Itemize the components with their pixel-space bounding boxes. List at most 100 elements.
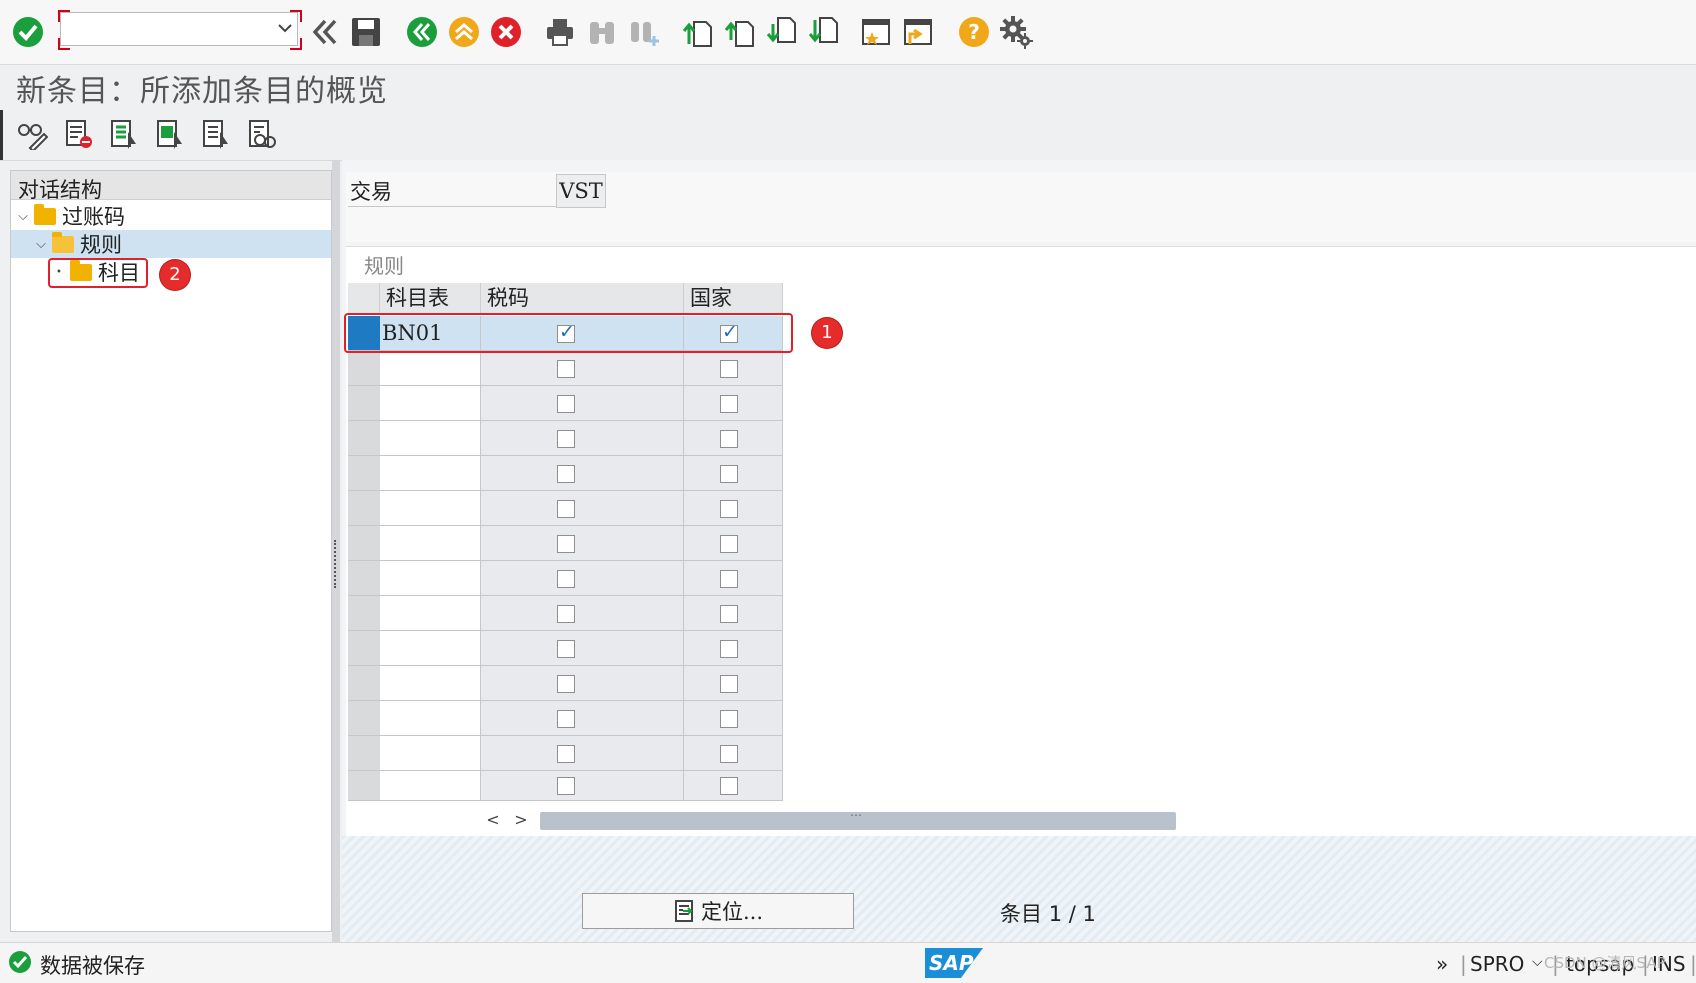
save-icon[interactable] (348, 14, 384, 50)
chart-of-accounts-cell[interactable] (380, 386, 481, 421)
scroll-left-icon[interactable]: < (482, 808, 504, 832)
bc-set-icon[interactable] (244, 116, 280, 152)
create-session-icon[interactable] (858, 14, 894, 50)
tax-code-checkbox[interactable] (557, 674, 575, 693)
row-selector[interactable] (348, 631, 380, 666)
chart-of-accounts-cell[interactable] (380, 421, 481, 456)
chart-of-accounts-cell[interactable] (380, 596, 481, 631)
tax-code-checkbox[interactable] (557, 394, 575, 413)
row-selector[interactable] (348, 666, 380, 701)
locate-button[interactable]: 定位... (582, 893, 854, 929)
tax-code-checkbox[interactable] (557, 499, 575, 518)
enter-icon[interactable] (10, 14, 46, 50)
command-field[interactable] (60, 12, 298, 46)
chart-of-accounts-cell[interactable] (380, 351, 481, 386)
cancel-icon[interactable] (488, 14, 524, 50)
deselect-all-icon[interactable] (198, 116, 234, 152)
locate-icon (674, 900, 693, 922)
print-icon[interactable] (542, 14, 578, 50)
chart-of-accounts-cell[interactable] (380, 736, 481, 771)
next-page-icon[interactable] (764, 14, 800, 50)
country-cell (684, 666, 783, 701)
last-page-icon[interactable] (806, 14, 842, 50)
row-selector[interactable] (348, 561, 380, 596)
exit-icon[interactable] (446, 14, 482, 50)
country-checkbox[interactable] (720, 499, 738, 518)
tax-code-checkbox[interactable] (557, 569, 575, 588)
chart-of-accounts-cell[interactable] (380, 771, 481, 801)
tax-code-checkbox[interactable] (557, 777, 575, 795)
select-block-icon[interactable] (152, 116, 188, 152)
chart-of-accounts-cell[interactable] (380, 631, 481, 666)
country-checkbox[interactable] (720, 464, 738, 483)
row-selector[interactable] (348, 701, 380, 736)
chart-of-accounts-cell[interactable] (380, 701, 481, 736)
tax-code-checkbox[interactable] (557, 639, 575, 658)
country-checkbox[interactable] (720, 569, 738, 588)
tax-code-checkbox[interactable] (557, 429, 575, 448)
chart-of-accounts-cell[interactable] (380, 491, 481, 526)
tax-code-checkbox[interactable] (557, 744, 575, 763)
tree-item-posting-key[interactable]: ⌵ 过账码 (16, 202, 125, 230)
success-icon (8, 950, 32, 978)
scroll-right-icon[interactable]: > (510, 808, 532, 832)
country-checkbox[interactable] (720, 744, 738, 763)
chevron-down-icon[interactable]: ⌵ (34, 237, 48, 252)
tree-item-rules[interactable]: ⌵ 规则 (34, 230, 122, 258)
chart-of-accounts-cell[interactable] (380, 526, 481, 561)
row-selector[interactable] (348, 771, 380, 801)
back-icon[interactable] (404, 14, 440, 50)
country-checkbox[interactable] (720, 429, 738, 448)
country-checkbox[interactable] (720, 639, 738, 658)
chevron-down-icon[interactable]: ⌵ (1532, 954, 1543, 970)
tax-code-checkbox[interactable] (557, 359, 575, 378)
shortcut-icon[interactable] (900, 14, 936, 50)
country-checkbox[interactable] (720, 777, 738, 795)
collapse-icon[interactable] (306, 14, 342, 50)
settings-icon[interactable] (998, 14, 1034, 50)
chart-of-accounts-cell[interactable] (380, 561, 481, 596)
country-checkbox[interactable] (720, 604, 738, 623)
help-icon[interactable]: ? (956, 14, 992, 50)
chevron-down-icon[interactable]: ⌵ (16, 209, 30, 224)
row-selector[interactable] (348, 526, 380, 561)
status-message[interactable]: 数据被保存 (40, 950, 145, 980)
country-checkbox[interactable] (720, 394, 738, 413)
scrollbar-thumb[interactable]: ⋯ (540, 808, 1176, 830)
find-icon (584, 14, 620, 50)
row-selector[interactable] (348, 351, 380, 386)
select-all-icon[interactable] (106, 116, 142, 152)
splitter-grip-icon[interactable] (334, 540, 340, 588)
column-header-country[interactable]: 国家 (684, 283, 783, 313)
country-checkbox[interactable] (720, 359, 738, 378)
tax-code-cell (481, 421, 684, 456)
first-page-icon[interactable] (680, 14, 716, 50)
country-checkbox[interactable] (720, 709, 738, 728)
country-checkbox[interactable] (720, 534, 738, 553)
column-header-chart-of-accounts[interactable]: 科目表 (380, 283, 481, 313)
row-selector[interactable] (348, 386, 380, 421)
row-selector[interactable] (348, 421, 380, 456)
row-selector[interactable] (348, 491, 380, 526)
select-all-rows-header[interactable] (348, 283, 380, 313)
country-cell (684, 701, 783, 736)
previous-page-icon[interactable] (722, 14, 758, 50)
chart-of-accounts-cell[interactable] (380, 666, 481, 701)
row-selector[interactable] (348, 456, 380, 491)
row-selector[interactable] (348, 736, 380, 771)
column-header-tax-code[interactable]: 税码 (481, 283, 684, 313)
expand-status-icon[interactable]: » (1436, 952, 1448, 976)
delete-icon[interactable] (60, 116, 96, 152)
command-dropdown-icon[interactable] (272, 16, 298, 42)
tax-code-checkbox[interactable] (557, 604, 575, 623)
row-selector[interactable] (348, 596, 380, 631)
chart-of-accounts-cell[interactable] (380, 456, 481, 491)
tax-code-cell (481, 771, 684, 801)
tax-code-checkbox[interactable] (557, 464, 575, 483)
tax-code-cell (481, 596, 684, 631)
tax-code-checkbox[interactable] (557, 709, 575, 728)
country-checkbox[interactable] (720, 674, 738, 693)
tax-code-checkbox[interactable] (557, 534, 575, 553)
display-change-icon[interactable] (14, 116, 50, 152)
annotation-marker-2: 2 (160, 260, 190, 290)
